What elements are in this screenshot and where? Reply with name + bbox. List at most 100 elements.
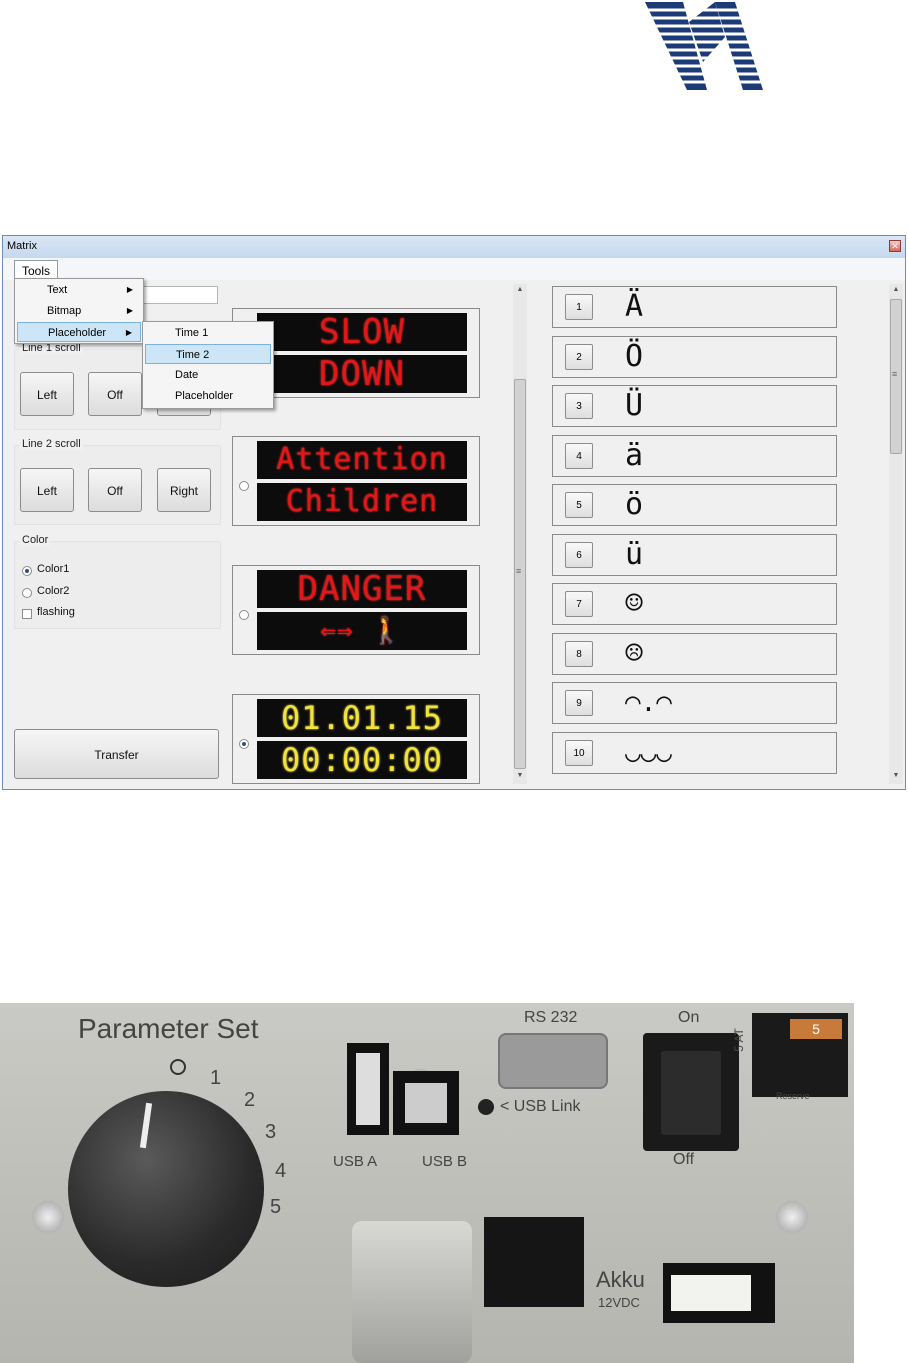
color-group-title: Color <box>20 534 51 546</box>
dial-mark-3: 3 <box>265 1121 277 1143</box>
displays-scroll-grip-icon: ≡ <box>516 566 522 576</box>
color2-radio[interactable] <box>22 588 32 598</box>
displays-scroll-down-icon[interactable]: ▼ <box>514 772 526 779</box>
display-2-line1: Attention <box>257 441 467 479</box>
window-title: Matrix <box>7 240 37 252</box>
display-4-line2: 00:00:00 <box>257 741 467 779</box>
usb-link-label: < USB Link <box>500 1098 581 1115</box>
display-3-line1: DANGER <box>257 570 467 608</box>
symbol-button[interactable]: 5 <box>565 492 593 518</box>
symbol-button[interactable]: 4 <box>565 443 593 469</box>
menu-bar: Tools <box>3 258 905 280</box>
symbol-slot: 8 ☹ <box>552 633 837 675</box>
line2-off-button[interactable]: Off <box>88 468 142 512</box>
line2-right-button[interactable]: Right <box>157 468 211 512</box>
rs232-port[interactable] <box>498 1033 608 1089</box>
symbol-slot: 6ü <box>552 534 837 576</box>
symbol-button[interactable]: 9 <box>565 690 593 716</box>
symbol-slot: 9 ◠.◠ <box>552 682 837 724</box>
flashing-label: flashing <box>37 606 75 618</box>
display-4-line1: 01.01.15 <box>257 699 467 737</box>
display-preview-2[interactable]: Attention Children <box>232 436 480 526</box>
usb-b-label: USB B <box>422 1153 468 1170</box>
menu-item-bitmap[interactable]: Bitmap ▶ <box>17 301 141 321</box>
symbols-scroll-down-icon[interactable]: ▼ <box>890 772 902 779</box>
symbol-slot: 4ä <box>552 435 837 477</box>
submenu-arrow-icon: ▶ <box>126 306 133 315</box>
off-label: Off <box>673 1151 695 1168</box>
cable-lock-knob[interactable] <box>352 1221 472 1363</box>
line1-left-button[interactable]: Left <box>20 372 74 416</box>
submenu-item-date[interactable]: Date <box>145 365 271 385</box>
displays-scroll-up-icon[interactable]: ▲ <box>514 286 526 293</box>
screw-icon <box>776 1201 808 1233</box>
switch-rocker <box>661 1051 721 1135</box>
menu-item-text[interactable]: Text ▶ <box>17 280 141 300</box>
symbol-glyph: ☺ <box>625 586 644 621</box>
color1-radio[interactable] <box>22 566 32 576</box>
submenu-item-placeholder[interactable]: Placeholder <box>145 386 271 406</box>
on-label: On <box>678 1009 700 1026</box>
display-4-radio[interactable] <box>239 739 249 749</box>
clock-icon <box>170 1059 186 1075</box>
menu-item-placeholder[interactable]: Placeholder ▶ <box>17 322 141 342</box>
symbol-button[interactable]: 1 <box>565 294 593 320</box>
akku-label: Akku <box>596 1267 645 1292</box>
display-3-radio[interactable] <box>239 610 249 620</box>
menu-item-text-label: Text <box>47 284 68 296</box>
display-preview-4[interactable]: 01.01.15 00:00:00 <box>232 694 480 784</box>
color2-label: Color2 <box>37 585 70 597</box>
color-group: Color Color1 Color2 flashing <box>14 534 221 629</box>
submenu-arrow-icon: ▶ <box>125 328 132 337</box>
symbol-glyph: ◠.◠ <box>625 688 672 718</box>
flashing-checkbox[interactable] <box>22 609 32 619</box>
parameter-knob[interactable] <box>68 1091 264 1287</box>
symbol-button[interactable]: 6 <box>565 542 593 568</box>
display-2-radio[interactable] <box>239 481 249 491</box>
submenu-item-time1[interactable]: Time 1 <box>145 323 271 343</box>
symbol-slot: 2Ö <box>552 336 837 378</box>
fuse-label: 5 AT <box>731 1028 746 1052</box>
symbols-scroll-grip-icon: ≡ <box>892 369 898 379</box>
usb-b-slot <box>405 1083 447 1123</box>
close-icon[interactable]: ✕ <box>889 240 901 252</box>
transfer-button[interactable]: Transfer <box>14 729 219 779</box>
symbol-button[interactable]: 8 <box>565 641 593 667</box>
color1-label: Color1 <box>37 563 70 575</box>
display-preview-3[interactable]: DANGER ⇐⇒ 🚶‍ <box>232 565 480 655</box>
akku-plug <box>671 1275 751 1311</box>
usb-a-slot <box>356 1053 380 1125</box>
symbols-scroll-up-icon[interactable]: ▲ <box>890 286 902 293</box>
symbol-glyph: ☹ <box>625 636 644 671</box>
device-panel-photo: Parameter Set 1 2 3 4 5 USB A USB B RS 2… <box>0 1003 854 1363</box>
menu-tools[interactable]: Tools <box>14 260 58 280</box>
submenu-item-time2[interactable]: Time 2 <box>145 344 271 364</box>
menu-item-placeholder-label: Placeholder <box>48 327 107 339</box>
symbol-button[interactable]: 7 <box>565 591 593 617</box>
menu-item-bitmap-label: Bitmap <box>47 305 82 317</box>
symbol-slot: 5ö <box>552 484 837 526</box>
symbol-slot: 1Ä <box>552 286 837 328</box>
screw-icon <box>32 1201 64 1233</box>
display-3-line2: ⇐⇒ 🚶‍ <box>257 612 467 650</box>
text-input[interactable] <box>143 286 218 304</box>
dial-mark-4: 4 <box>275 1160 287 1182</box>
connector-opening <box>484 1217 584 1307</box>
submenu-arrow-icon: ▶ <box>126 285 133 294</box>
akku-voltage-label: 12VDC <box>598 1295 640 1310</box>
symbol-button[interactable]: 10 <box>565 740 593 766</box>
symbol-glyph: Ü <box>625 388 644 423</box>
dial-mark-1: 1 <box>210 1067 222 1089</box>
symbol-button[interactable]: 2 <box>565 344 593 370</box>
symbol-glyph: ä <box>625 438 644 473</box>
line2-left-button[interactable]: Left <box>20 468 74 512</box>
line2-scroll-group: Line 2 scroll Left Off Right <box>14 438 221 525</box>
symbol-glyph: ü <box>625 537 644 572</box>
line1-off-button[interactable]: Off <box>88 372 142 416</box>
usb-a-label: USB A <box>333 1153 378 1170</box>
symbol-button[interactable]: 3 <box>565 393 593 419</box>
line2-scroll-title: Line 2 scroll <box>20 438 83 450</box>
parameter-set-label: Parameter Set <box>78 1013 259 1044</box>
symbol-slot: 3Ü <box>552 385 837 427</box>
symbol-glyph: Ö <box>625 339 644 374</box>
